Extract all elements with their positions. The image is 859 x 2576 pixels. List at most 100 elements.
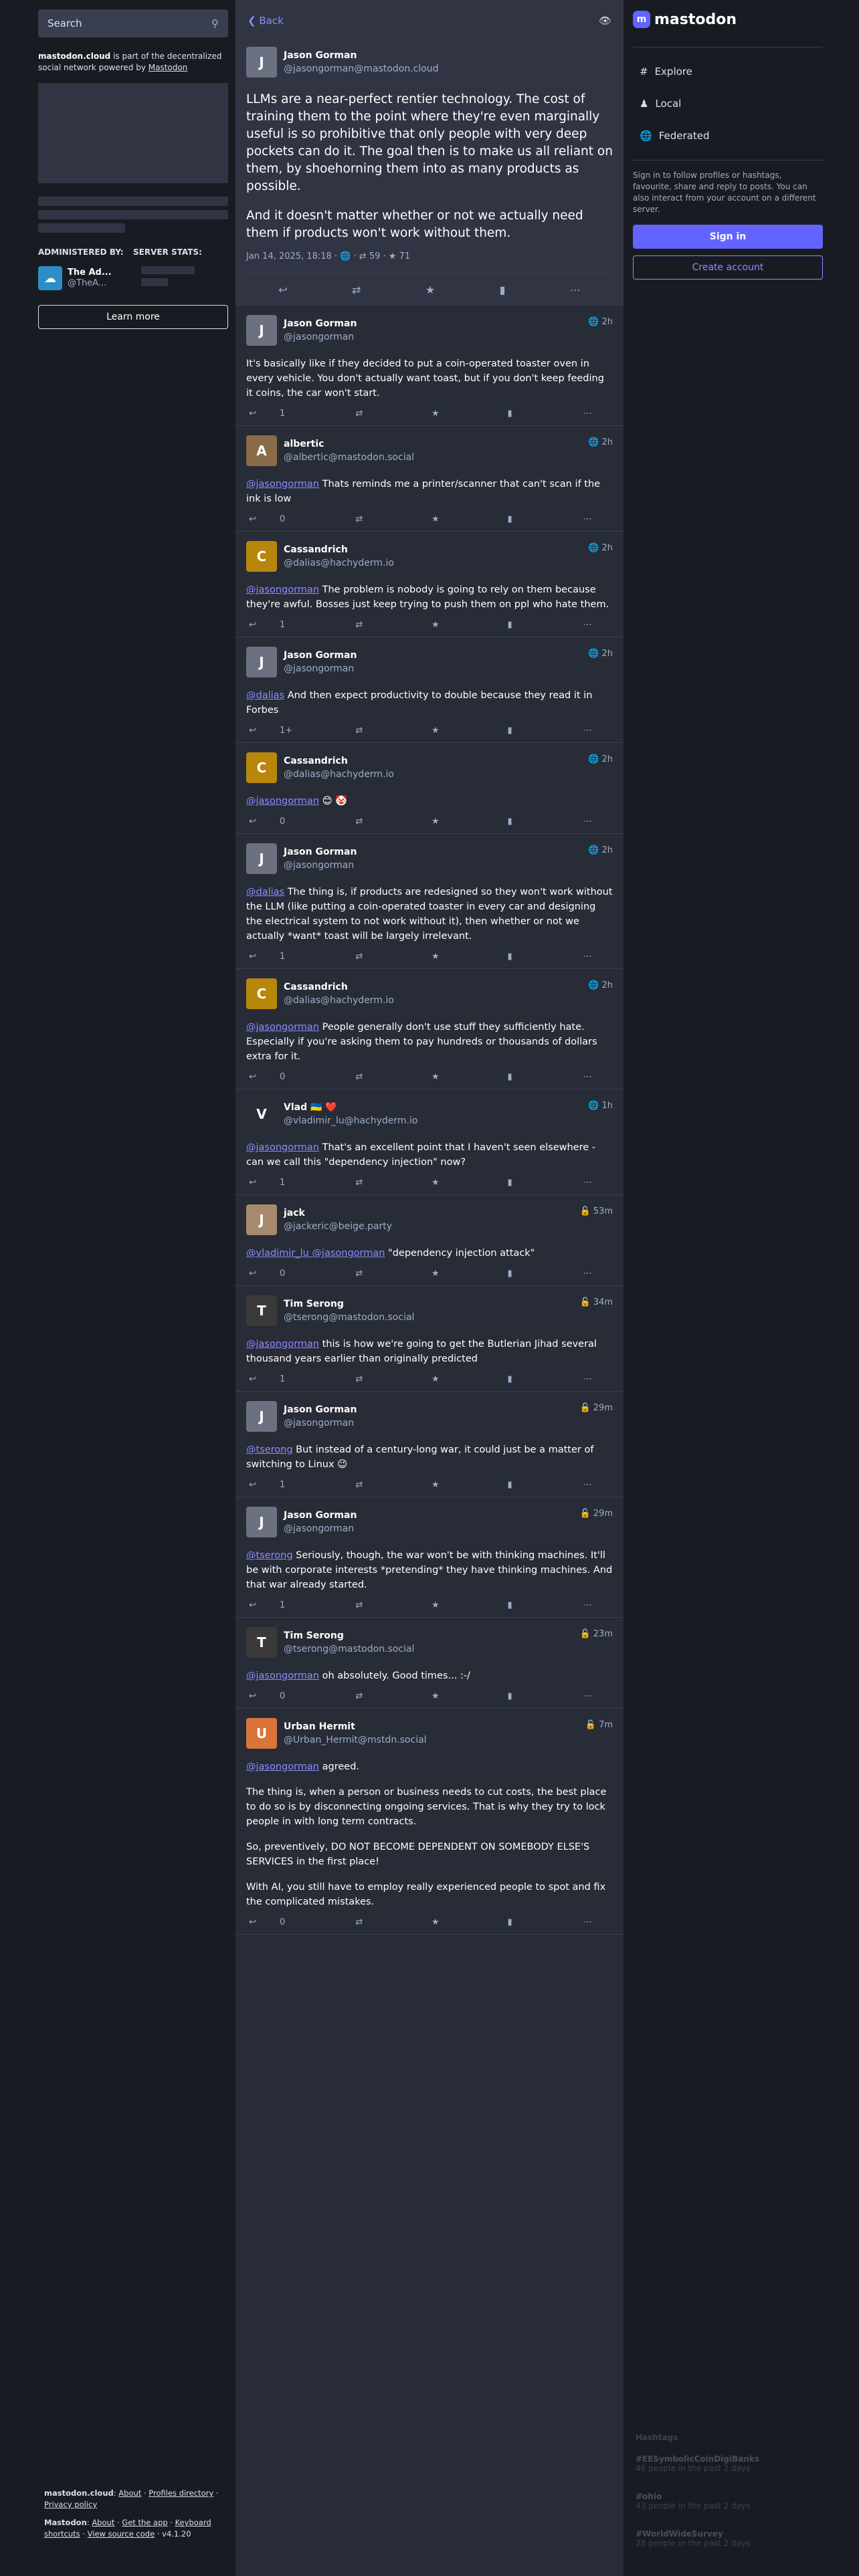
more-icon[interactable]: ⋯	[570, 284, 581, 296]
bookmark-icon[interactable]: ▮	[508, 409, 535, 419]
mention-link[interactable]: @jasongorman	[246, 1761, 319, 1772]
mention-link[interactable]: @jasongorman	[246, 1022, 319, 1033]
bookmark-icon[interactable]: ▮	[508, 1072, 535, 1082]
more-icon[interactable]: ⋯	[583, 1600, 610, 1610]
more-icon[interactable]: ⋯	[583, 1480, 610, 1490]
reply-button[interactable]: ↩ 0	[249, 1072, 306, 1082]
status-account[interactable]: V Vlad 🇺🇦 ❤️ @vladimir_lu@hachyderm.io	[246, 1099, 417, 1130]
mastodon-logo[interactable]: m mastodon	[633, 0, 823, 39]
star-icon[interactable]: ★	[432, 1691, 458, 1701]
bookmark-icon[interactable]: ▮	[508, 1374, 535, 1384]
mention-link[interactable]: @dalias	[246, 690, 284, 701]
mastodon-link[interactable]: Mastodon	[149, 63, 188, 72]
bookmark-icon[interactable]: ▮	[500, 284, 506, 296]
status-time[interactable]: 🔓 29m	[580, 1507, 613, 1520]
status-time[interactable]: 🌐 2h	[588, 315, 613, 328]
bookmark-icon[interactable]: ▮	[508, 726, 535, 736]
boost-count[interactable]: 59	[369, 251, 381, 261]
sign-in-button[interactable]: Sign in	[633, 225, 823, 249]
status-item[interactable]: V Vlad 🇺🇦 ❤️ @vladimir_lu@hachyderm.io 🌐 1…	[235, 1089, 624, 1195]
mention-link[interactable]: @jasongorman	[246, 1671, 319, 1681]
bookmark-icon[interactable]: ▮	[508, 1600, 535, 1610]
bookmark-icon[interactable]: ▮	[508, 1691, 535, 1701]
reply-button[interactable]: ↩ 0	[249, 817, 306, 827]
more-icon[interactable]: ⋯	[583, 1691, 610, 1701]
star-icon[interactable]: ★	[432, 1072, 458, 1082]
trending-item[interactable]: #EESymbolicCoinDigiBanks 46 people in the…	[636, 2454, 819, 2473]
status-item[interactable]: J Jason Gorman @jasongorman 🔓 29m @tserong…	[235, 1497, 624, 1618]
bookmark-icon[interactable]: ▮	[508, 1917, 535, 1927]
boost-icon[interactable]: ⇄	[356, 817, 383, 827]
reply-button[interactable]: ↩ 0	[249, 1917, 306, 1927]
boost-icon[interactable]: ⇄	[356, 409, 383, 419]
mention-link[interactable]: @jasongorman	[246, 479, 319, 490]
reply-button[interactable]: ↩ 1	[249, 1374, 306, 1384]
star-icon[interactable]: ★	[432, 1917, 458, 1927]
status-time[interactable]: 🌐 2h	[588, 752, 613, 766]
status-account[interactable]: J Jason Gorman @jasongorman	[246, 647, 357, 677]
more-icon[interactable]: ⋯	[583, 1917, 610, 1927]
status-item[interactable]: A albertic @albertic@mastodon.social 🌐 2h …	[235, 426, 624, 532]
boost-icon[interactable]: ⇄	[356, 1374, 383, 1384]
bookmark-icon[interactable]: ▮	[508, 1480, 535, 1490]
footer-privacy-link[interactable]: Privacy policy	[44, 2500, 97, 2509]
search-input[interactable]: Search ⚲	[38, 9, 228, 37]
trending-item[interactable]: #WorldWideSurvey 28 people in the past 2 …	[636, 2529, 819, 2548]
more-icon[interactable]: ⋯	[583, 726, 610, 736]
nav-explore[interactable]: # Explore	[633, 56, 823, 88]
status-item[interactable]: T Tim Serong @tserong@mastodon.social 🔓 23…	[235, 1618, 624, 1709]
status-account[interactable]: C Cassandrich @dalias@hachyderm.io	[246, 541, 394, 572]
status-time[interactable]: 🌐 2h	[588, 435, 613, 449]
nav-local[interactable]: ♟ Local	[633, 88, 823, 120]
reply-button[interactable]: ↩ 1	[249, 620, 306, 630]
status-time[interactable]: 🔓 7m	[585, 1718, 613, 1731]
boost-icon[interactable]: ⇄	[356, 1600, 383, 1610]
reply-button[interactable]: ↩ 1+	[249, 726, 306, 736]
bookmark-icon[interactable]: ▮	[508, 952, 535, 962]
status-account[interactable]: U Urban Hermit @Urban_Hermit@mstdn.social	[246, 1718, 427, 1749]
boost-icon[interactable]: ⇄	[352, 284, 361, 296]
bookmark-icon[interactable]: ▮	[508, 1269, 535, 1279]
status-time[interactable]: 🌐 2h	[588, 843, 613, 857]
more-icon[interactable]: ⋯	[583, 409, 610, 419]
more-icon[interactable]: ⋯	[583, 620, 610, 630]
boost-icon[interactable]: ⇄	[356, 1178, 383, 1188]
status-time[interactable]: 🌐 2h	[588, 541, 613, 554]
status-account[interactable]: T Tim Serong @tserong@mastodon.social	[246, 1295, 414, 1326]
more-icon[interactable]: ⋯	[583, 514, 610, 524]
status-item[interactable]: J Jason Gorman @jasongorman 🌐 2h @dalias A…	[235, 637, 624, 743]
footer-about2-link[interactable]: About	[92, 2518, 114, 2527]
status-item[interactable]: J Jason Gorman @jasongorman 🔓 29m @tserong…	[235, 1392, 624, 1497]
status-time[interactable]: 🌐 2h	[588, 647, 613, 660]
mention-link[interactable]: @jasongorman	[246, 584, 319, 595]
star-icon[interactable]: ★	[432, 952, 458, 962]
star-icon[interactable]: ★	[432, 620, 458, 630]
status-account[interactable]: J Jason Gorman @jasongorman	[246, 315, 357, 346]
admin-account[interactable]: The Ad... @TheA...	[68, 267, 137, 289]
boost-icon[interactable]: ⇄	[356, 514, 383, 524]
status-time[interactable]: 🌐 2h	[588, 978, 613, 992]
boost-icon[interactable]: ⇄	[356, 1269, 383, 1279]
star-icon[interactable]: ★	[432, 1269, 458, 1279]
status-item[interactable]: U Urban Hermit @Urban_Hermit@mstdn.social…	[235, 1709, 624, 1935]
reply-button[interactable]: ↩ 0	[249, 1691, 306, 1701]
more-icon[interactable]: ⋯	[583, 1374, 610, 1384]
status-account[interactable]: C Cassandrich @dalias@hachyderm.io	[246, 752, 394, 783]
status-account[interactable]: J Jason Gorman @jasongorman	[246, 1401, 357, 1432]
mention-link[interactable]: @jasongorman	[246, 796, 319, 807]
reply-icon[interactable]: ↩	[278, 284, 287, 296]
status-account[interactable]: C Cassandrich @dalias@hachyderm.io	[246, 978, 394, 1009]
status-item[interactable]: J Jason Gorman @jasongorman 🌐 2h It's basi…	[235, 306, 624, 426]
boost-icon[interactable]: ⇄	[356, 952, 383, 962]
reply-button[interactable]: ↩ 1	[249, 952, 306, 962]
more-icon[interactable]: ⋯	[583, 1269, 610, 1279]
bookmark-icon[interactable]: ▮	[508, 620, 535, 630]
status-item[interactable]: C Cassandrich @dalias@hachyderm.io 🌐 2h @j…	[235, 532, 624, 637]
status-time[interactable]: 🌐 1h	[588, 1099, 613, 1112]
mention-link[interactable]: @tserong	[246, 1444, 293, 1455]
more-icon[interactable]: ⋯	[583, 1072, 610, 1082]
star-icon[interactable]: ★	[432, 726, 458, 736]
favourite-count[interactable]: 71	[399, 251, 411, 261]
star-icon[interactable]: ★	[432, 1178, 458, 1188]
status-item[interactable]: J jack @jackeric@beige.party 🔓 53m @vladim…	[235, 1195, 624, 1286]
